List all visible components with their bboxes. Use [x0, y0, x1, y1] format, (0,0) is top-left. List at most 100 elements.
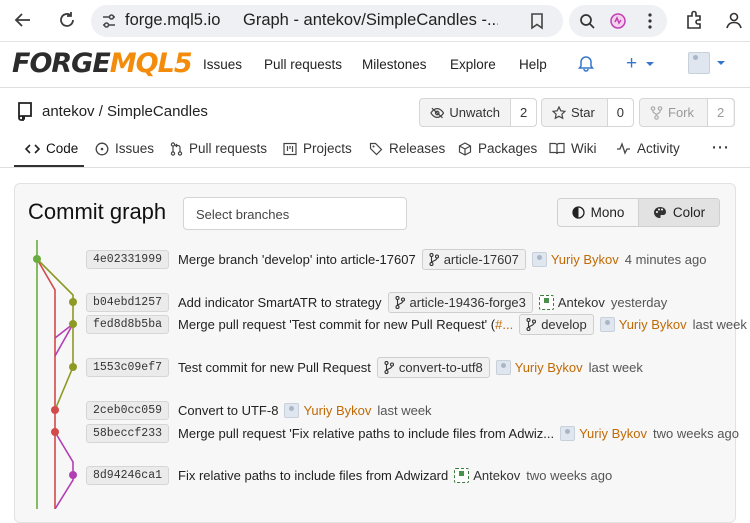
tabs-more-icon[interactable]: ⋯	[711, 137, 729, 158]
commit-time: last week	[692, 316, 747, 332]
commit-time: last week	[377, 402, 432, 418]
nav-milestones[interactable]: Milestones	[362, 57, 427, 72]
commit-author: Antekov	[454, 467, 520, 483]
tab-wiki[interactable]: Wiki	[549, 141, 597, 156]
commit-author[interactable]: Yuriy Bykov	[599, 316, 687, 332]
package-icon	[458, 141, 472, 156]
reload-icon[interactable]	[52, 5, 82, 35]
address-bar[interactable]: forge.mql5.io Graph - antekov/SimpleCand…	[91, 5, 563, 37]
tab-releases[interactable]: Releases	[369, 141, 445, 156]
site-settings-icon[interactable]	[101, 13, 117, 29]
tag-icon	[369, 142, 383, 155]
nav-issues[interactable]: Issues	[203, 57, 242, 72]
commit-sha[interactable]: 58beccf233	[86, 423, 170, 443]
commit-message[interactable]: Add indicator SmartATR to strategy	[178, 295, 382, 310]
commit-time: two weeks ago	[652, 425, 739, 441]
star-count[interactable]: 0	[606, 99, 633, 126]
pr-link[interactable]: #...	[495, 317, 513, 332]
commit-message[interactable]: Fix relative paths to include files from…	[178, 468, 448, 483]
fork-count[interactable]: 2	[707, 99, 734, 126]
branch-ref[interactable]: develop	[519, 313, 594, 335]
commit-sha[interactable]: b04ebd1257	[86, 292, 170, 312]
avatar	[454, 467, 470, 483]
page-title: Commit graph	[28, 199, 167, 224]
avatar	[284, 402, 300, 418]
avatar	[538, 294, 554, 310]
tab-pull-requests[interactable]: Pull requests	[170, 141, 267, 156]
page-tab-title: Graph - antekov/SimpleCandles -...	[243, 11, 498, 29]
nav-help[interactable]: Help	[519, 57, 547, 72]
menu-dots-icon[interactable]	[641, 12, 659, 30]
create-new-menu[interactable]: +	[626, 53, 655, 75]
repo-full-name[interactable]: antekov / SimpleCandles	[42, 103, 208, 120]
code-icon	[25, 143, 40, 154]
commit-dot	[69, 298, 77, 306]
caret-down-icon	[717, 61, 725, 65]
branch-ref[interactable]: article-17607	[421, 248, 526, 270]
commit-message[interactable]: Merge pull request 'Fix relative paths t…	[178, 426, 554, 441]
profile-icon[interactable]	[719, 5, 749, 35]
lane-purple-upper	[54, 323, 74, 357]
issue-icon	[95, 142, 109, 155]
avatar	[495, 359, 511, 375]
tab-packages[interactable]: Packages	[458, 141, 537, 156]
book-icon	[549, 142, 565, 155]
commit-sha[interactable]: 4e02331999	[86, 249, 170, 269]
commit-message[interactable]: Test commit for new Pull Request	[178, 360, 371, 375]
commit-time: two weeks ago	[526, 467, 613, 483]
commit-sha[interactable]: 1553c09ef7	[86, 357, 170, 377]
caret-down-icon	[646, 62, 655, 66]
commit-row: 2ceb0cc059 Convert to UTF-8 Yuriy Bykov …	[86, 400, 432, 420]
branch-select[interactable]: Select branches	[183, 197, 407, 230]
bookmark-icon[interactable]	[528, 12, 546, 30]
extensions-group	[569, 5, 667, 37]
tab-code[interactable]: Code	[25, 141, 78, 156]
commit-message[interactable]: Merge pull request 'Test commit for new …	[178, 317, 513, 332]
commit-row: 58beccf233 Merge pull request 'Fix relat…	[86, 423, 739, 443]
star-button[interactable]: Star 0	[541, 98, 634, 127]
back-icon[interactable]	[8, 5, 38, 35]
avatar	[531, 251, 547, 267]
commit-message[interactable]: Merge branch 'develop' into article-1760…	[178, 252, 416, 267]
color-button[interactable]: Color	[638, 199, 719, 226]
avatar	[560, 425, 576, 441]
commit-author[interactable]: Yuriy Bykov	[560, 425, 647, 441]
project-board-icon	[283, 142, 297, 155]
commit-row: b04ebd1257 Add indicator SmartATR to str…	[86, 291, 667, 313]
commit-sha[interactable]: 8d94246ca1	[86, 465, 170, 485]
extensions-icon[interactable]	[679, 5, 709, 35]
nav-explore[interactable]: Explore	[450, 57, 496, 72]
commit-row: 4e02331999 Merge branch 'develop' into a…	[86, 248, 707, 270]
bell-icon[interactable]	[578, 54, 594, 72]
nav-pull-requests[interactable]: Pull requests	[264, 57, 342, 72]
commit-sha[interactable]: 2ceb0cc059	[86, 400, 170, 420]
forge-logo[interactable]: FORGEMQL5	[12, 48, 193, 79]
avatar	[599, 316, 615, 332]
lens-icon[interactable]	[578, 12, 596, 30]
commit-author[interactable]: Yuriy Bykov	[531, 251, 619, 267]
fork-button[interactable]: Fork 2	[639, 98, 735, 127]
commit-sha[interactable]: fed8d8b5ba	[86, 314, 170, 334]
copilot-icon[interactable]	[609, 12, 627, 30]
commit-author[interactable]: Yuriy Bykov	[495, 359, 583, 375]
branch-ref[interactable]: convert-to-utf8	[376, 356, 490, 378]
commit-author[interactable]: Yuriy Bykov	[284, 402, 371, 418]
pulse-icon	[617, 142, 630, 155]
active-tab-indicator	[14, 165, 84, 167]
user-menu[interactable]	[688, 52, 726, 74]
commit-time: 4 minutes ago	[624, 251, 707, 267]
branch-icon	[429, 252, 439, 266]
tab-projects[interactable]: Projects	[283, 141, 352, 156]
tab-activity[interactable]: Activity	[616, 141, 680, 156]
commit-message[interactable]: Convert to UTF-8	[178, 403, 278, 418]
tab-issues[interactable]: Issues	[95, 141, 154, 156]
mono-button[interactable]: Mono	[558, 199, 638, 226]
unwatch-button[interactable]: Unwatch 2	[419, 98, 537, 127]
commit-row: fed8d8b5ba Merge pull request 'Test comm…	[86, 313, 747, 335]
repo-title: antekov / SimpleCandles	[16, 101, 208, 121]
lane-purple-lower	[54, 431, 74, 509]
color-mode-toggle: Mono Color	[557, 198, 720, 227]
branch-ref[interactable]: article-19436-forge3	[387, 291, 533, 313]
commit-author: Antekov	[538, 294, 605, 310]
watch-count[interactable]: 2	[510, 99, 537, 126]
